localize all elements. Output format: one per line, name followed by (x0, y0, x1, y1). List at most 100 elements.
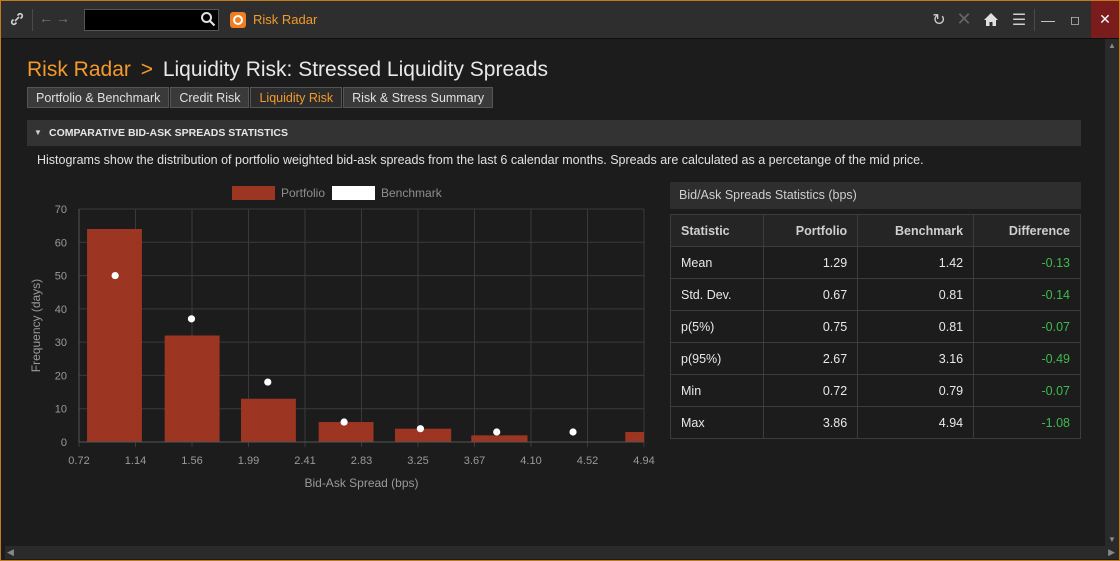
page-title-app: Risk Radar (27, 58, 131, 81)
benchmark-point (340, 418, 348, 426)
table-row: p(95%) 2.67 3.16 -0.49 (670, 342, 1081, 375)
benchmark-point (493, 428, 501, 436)
stats-header-row: Statistic Portfolio Benchmark Difference (670, 214, 1081, 247)
portfolio-bar (318, 422, 374, 442)
page-title: Risk Radar > Liquidity Risk: Stressed Li… (27, 58, 548, 82)
risk-radar-app-icon (230, 12, 246, 28)
table-row: Mean 1.29 1.42 -0.13 (670, 246, 1081, 279)
stat-name: p(5%) (670, 310, 764, 343)
benchmark-point (646, 435, 653, 442)
column-header[interactable]: Benchmark (857, 214, 975, 247)
scroll-right-icon[interactable]: ▶ (1108, 547, 1115, 558)
stat-name: Mean (670, 246, 764, 279)
refresh-icon[interactable]: ↻ (929, 1, 949, 38)
minimize-icon[interactable]: — (1037, 1, 1059, 38)
portfolio-value: 1.29 (762, 246, 859, 279)
y-tick-label: 60 (55, 237, 67, 249)
tab-liquidity-risk[interactable]: Liquidity Risk (250, 87, 343, 108)
benchmark-value: 3.16 (857, 342, 975, 375)
breadcrumb-separator: > (140, 58, 153, 81)
tab-bar: Portfolio & Benchmark Credit Risk Liquid… (27, 87, 494, 108)
x-tick-label: 4.52 (577, 455, 598, 467)
page-title-subtitle: Liquidity Risk: Stressed Liquidity Sprea… (162, 58, 549, 81)
home-icon[interactable] (981, 1, 1001, 38)
portfolio-bar (241, 398, 296, 442)
x-tick-label: 4.10 (520, 455, 541, 467)
portfolio-value: 3.86 (762, 406, 859, 439)
y-tick-label: 10 (55, 404, 67, 416)
benchmark-value: 0.81 (857, 278, 975, 311)
difference-value: -0.14 (973, 278, 1081, 311)
tab-portfolio-benchmark[interactable]: Portfolio & Benchmark (27, 87, 170, 108)
column-header[interactable]: Portfolio (762, 214, 859, 247)
toolbar-divider (32, 9, 33, 31)
benchmark-point (111, 271, 119, 280)
x-axis-label: Bid-Ask Spread (bps) (304, 476, 418, 490)
portfolio-series (87, 228, 644, 442)
section-description: Histograms show the distribution of port… (37, 153, 924, 167)
close-window-icon[interactable]: ✕ (1091, 1, 1119, 38)
maximize-icon[interactable]: ◻ (1064, 1, 1086, 38)
table-row: Std. Dev. 0.67 0.81 -0.14 (670, 278, 1081, 311)
x-tick-label: 2.83 (351, 455, 372, 467)
chart-grid (78, 208, 645, 447)
legend-swatch-portfolio (232, 186, 275, 200)
difference-value: -0.13 (973, 246, 1081, 279)
benchmark-value: 0.79 (857, 374, 975, 407)
scroll-down-icon[interactable]: ▼ (1108, 535, 1116, 544)
top-toolbar: ← → Risk Radar ↻ ✕ ☰ — ◻ ✕ (1, 1, 1119, 39)
y-tick-label: 50 (55, 271, 67, 283)
x-tick-label: 0.72 (68, 455, 89, 467)
back-arrow-icon[interactable]: ← (39, 10, 53, 26)
portfolio-bar (164, 335, 220, 442)
difference-value: -0.07 (973, 374, 1081, 407)
portfolio-bar (471, 435, 528, 442)
portfolio-bar (625, 432, 644, 442)
stat-name: Min (670, 374, 764, 407)
table-row: Max 3.86 4.94 -1.08 (670, 406, 1081, 439)
stat-name: p(95%) (670, 342, 764, 375)
benchmark-point (264, 378, 272, 386)
scroll-up-icon[interactable]: ▲ (1108, 41, 1116, 50)
x-tick-label: 3.67 (464, 455, 485, 467)
y-tick-label: 20 (55, 370, 67, 382)
difference-value: -1.08 (973, 406, 1081, 439)
column-header[interactable]: Statistic (670, 214, 764, 247)
y-tick-label: 30 (55, 337, 67, 349)
x-tick-label: 4.94 (633, 455, 654, 467)
collapse-triangle-icon[interactable]: ▼ (34, 128, 42, 137)
section-header[interactable]: ▼ COMPARATIVE BID-ASK SPREADS STATISTICS (27, 120, 1081, 146)
search-input[interactable] (84, 9, 219, 31)
forward-arrow-icon[interactable]: → (56, 10, 70, 26)
legend-label-benchmark: Benchmark (381, 186, 443, 200)
link-icon[interactable] (5, 7, 29, 31)
x-tick-label: 2.41 (294, 455, 315, 467)
x-tick-label: 1.56 (181, 455, 202, 467)
stat-name: Std. Dev. (670, 278, 764, 311)
x-tick-label: 1.99 (238, 455, 259, 467)
tab-credit-risk[interactable]: Credit Risk (170, 87, 250, 108)
difference-value: -0.49 (973, 342, 1081, 375)
portfolio-value: 2.67 (762, 342, 859, 375)
benchmark-value: 0.81 (857, 310, 975, 343)
benchmark-value: 1.42 (857, 246, 975, 279)
vertical-scrollbar[interactable]: ▲ ▼ (1105, 39, 1119, 546)
legend-label-portfolio: Portfolio (281, 186, 325, 200)
spread-histogram-chart: Portfolio Benchmark 0 10 20 30 40 50 60 70 0.72 1.… (29, 186, 655, 490)
column-header[interactable]: Difference (973, 214, 1081, 247)
y-tick-label: 70 (55, 204, 67, 216)
benchmark-value: 4.94 (857, 406, 975, 439)
search-icon[interactable] (200, 11, 216, 27)
horizontal-scrollbar[interactable]: ◀ ▶ (5, 546, 1119, 559)
tab-risk-stress-summary[interactable]: Risk & Stress Summary (343, 87, 494, 108)
scroll-left-icon[interactable]: ◀ (7, 547, 14, 558)
benchmark-point (187, 315, 196, 323)
menu-icon[interactable]: ☰ (1009, 1, 1029, 38)
benchmark-point (569, 428, 577, 436)
stats-table: Statistic Portfolio Benchmark Difference… (670, 214, 1081, 439)
x-tick-label: 3.25 (407, 455, 428, 467)
benchmark-point (416, 425, 425, 433)
table-row: Min 0.72 0.79 -0.07 (670, 374, 1081, 407)
difference-value: -0.07 (973, 310, 1081, 343)
close-icon[interactable]: ✕ (954, 1, 974, 38)
